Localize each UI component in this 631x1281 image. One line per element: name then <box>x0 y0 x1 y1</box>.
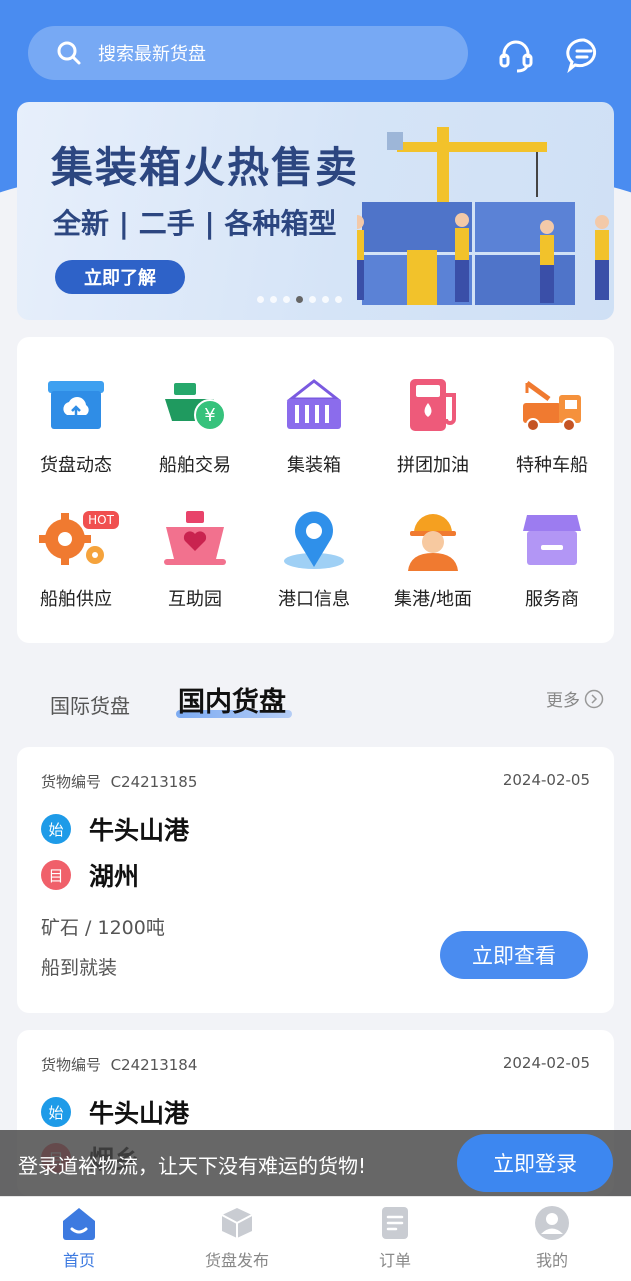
cargo-card[interactable]: 货物编号 C24213185 2024-02-05 始 牛头山港 目 湖州 矿石… <box>17 747 614 1013</box>
cargo-number-value: C24213184 <box>110 1056 198 1074</box>
tab-international-cargo[interactable]: 国际货盘 <box>50 690 130 719</box>
menu-item-container[interactable]: 集装箱 <box>255 375 373 477</box>
menu-item-special-vehicle[interactable]: 特种车船 <box>493 375 611 477</box>
menu-label: 船舶交易 <box>159 455 231 476</box>
cargo-date: 2024-02-05 <box>502 1054 590 1072</box>
crane-truck-icon <box>523 380 581 432</box>
login-button[interactable]: 立即登录 <box>457 1134 613 1192</box>
more-link[interactable]: 更多 <box>546 686 604 711</box>
pager-dot[interactable] <box>322 296 329 303</box>
pager-dot[interactable] <box>335 296 342 303</box>
promo-banner[interactable]: 集装箱火热售卖 全新 | 二手 | 各种箱型 立即了解 <box>17 102 614 320</box>
view-now-button[interactable]: 立即查看 <box>440 931 588 979</box>
search-icon <box>57 41 81 65</box>
menu-label: 互助园 <box>168 589 222 610</box>
hot-badge: HOT <box>88 513 114 527</box>
user-icon <box>535 1206 569 1240</box>
fuel-pump-icon <box>410 379 456 431</box>
banner-subtitle: 全新 | 二手 | 各种箱型 <box>53 207 337 240</box>
banner-learn-more-button[interactable]: 立即了解 <box>55 260 185 294</box>
box-icon <box>221 1208 253 1238</box>
menu-label: 拼团加油 <box>397 455 469 476</box>
menu-item-ship-supply[interactable]: HOT 船舶供应 <box>17 509 135 611</box>
banner-pagination <box>257 296 342 303</box>
menu-label: 特种车船 <box>516 455 588 476</box>
headset-icon[interactable] <box>497 36 535 74</box>
login-prompt-text: 登录道裕物流，让天下没有难运的货物! <box>18 1154 367 1178</box>
cloud-upload-box-icon <box>48 381 104 429</box>
menu-item-group-fuel[interactable]: 拼团加油 <box>374 375 492 477</box>
nav-label: 我的 <box>535 1251 568 1270</box>
chevron-right-circle-icon <box>584 689 604 708</box>
menu-label: 集装箱 <box>287 455 341 476</box>
shop-icon <box>523 515 581 565</box>
pager-dot[interactable] <box>283 296 290 303</box>
tab-domestic-cargo[interactable]: 国内货盘 <box>178 680 286 719</box>
cargo-date: 2024-02-05 <box>502 771 590 789</box>
feature-grid: 货盘动态 ¥ 船舶交易 集装箱 拼团加油 特种车船 HOT 船舶供应 互助园 港… <box>17 337 614 643</box>
ship-heart-icon <box>164 511 226 565</box>
home-icon <box>63 1208 95 1240</box>
svg-text:¥: ¥ <box>204 405 215 426</box>
origin-badge: 始 <box>41 814 71 844</box>
container-icon <box>286 379 342 429</box>
more-label: 更多 <box>546 691 580 711</box>
destination-row: 目 湖州 <box>41 857 139 893</box>
menu-label: 集港/地面 <box>393 589 473 610</box>
worker-icon <box>408 514 458 571</box>
order-list-icon <box>382 1207 408 1239</box>
menu-item-mutual-aid[interactable]: 互助园 <box>136 509 254 611</box>
nav-item-mine[interactable]: 我的 <box>473 1197 631 1271</box>
menu-item-cargo-news[interactable]: 货盘动态 <box>17 375 135 477</box>
cargo-number: 货物编号 C24213185 <box>41 771 197 792</box>
cargo-number-value: C24213185 <box>110 773 198 791</box>
cargo-goods: 矿石 / 1200吨 <box>41 917 165 939</box>
origin-row: 始 牛头山港 <box>41 1094 189 1130</box>
pager-dot[interactable] <box>270 296 277 303</box>
origin-port: 牛头山港 <box>89 816 190 845</box>
location-pin-icon <box>284 511 344 569</box>
cargo-number: 货物编号 C24213184 <box>41 1054 197 1075</box>
cargo-number-label: 货物编号 <box>41 773 102 791</box>
menu-item-ship-trade[interactable]: ¥ 船舶交易 <box>136 375 254 477</box>
pager-dot[interactable] <box>309 296 316 303</box>
pager-dot[interactable] <box>257 296 264 303</box>
search-bar[interactable]: 搜索最新货盘 <box>28 26 468 80</box>
nav-label: 货盘发布 <box>204 1251 269 1270</box>
nav-label: 订单 <box>378 1251 411 1270</box>
login-prompt-bar: 登录道裕物流，让天下没有难运的货物! 立即登录 <box>0 1130 631 1196</box>
cargo-number-label: 货物编号 <box>41 1056 102 1074</box>
destination-port: 湖州 <box>89 862 140 891</box>
origin-row: 始 牛头山港 <box>41 811 189 847</box>
chat-icon[interactable] <box>565 36 603 74</box>
bottom-nav: 首页 货盘发布 订单 我的 <box>0 1196 631 1281</box>
pager-dot-active[interactable] <box>296 296 303 303</box>
menu-label: 港口信息 <box>278 589 350 610</box>
menu-item-port-info[interactable]: 港口信息 <box>255 509 373 611</box>
menu-label: 船舶供应 <box>40 589 112 610</box>
search-placeholder: 搜索最新货盘 <box>98 44 206 65</box>
nav-item-publish-cargo[interactable]: 货盘发布 <box>158 1197 316 1271</box>
gear-hot-icon: HOT <box>39 511 119 565</box>
ship-yen-icon: ¥ <box>165 383 226 431</box>
menu-item-port-ground[interactable]: 集港/地面 <box>374 509 492 611</box>
cargo-loading: 船到就装 <box>41 957 118 979</box>
cargo-tabs: 国际货盘 国内货盘 更多 <box>0 680 631 720</box>
origin-badge: 始 <box>41 1097 71 1127</box>
nav-item-home[interactable]: 首页 <box>0 1197 158 1271</box>
nav-label: 首页 <box>62 1251 95 1270</box>
nav-item-orders[interactable]: 订单 <box>316 1197 474 1271</box>
menu-label: 服务商 <box>525 589 579 610</box>
menu-item-service-provider[interactable]: 服务商 <box>493 509 611 611</box>
banner-title: 集装箱火热售卖 <box>51 143 360 192</box>
destination-badge: 目 <box>41 860 71 890</box>
origin-port: 牛头山港 <box>89 1099 190 1128</box>
container-illustration <box>357 127 609 305</box>
menu-label: 货盘动态 <box>40 455 112 476</box>
